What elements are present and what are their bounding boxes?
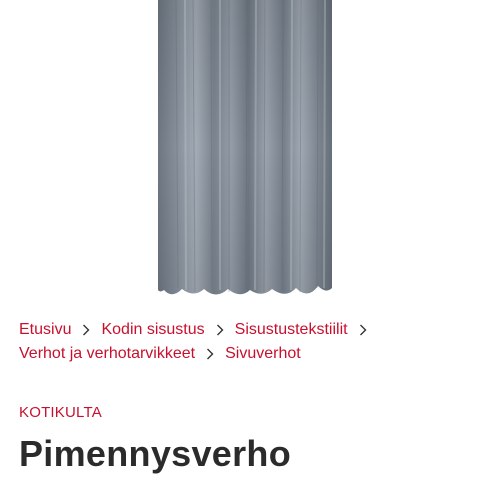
curtain-image: [158, 0, 332, 295]
product-title: Pimennysverho: [19, 433, 292, 474]
product-page: Etusivu Kodin sisustus Sisustustekstiili…: [0, 0, 480, 480]
breadcrumb-kodin-sisustus[interactable]: Kodin sisustus: [101, 318, 204, 342]
chevron-right-icon: [201, 348, 219, 360]
chevron-right-icon: [211, 324, 229, 336]
breadcrumb-verhot[interactable]: Verhot ja verhotarvikkeet: [19, 342, 195, 366]
breadcrumb-sivuverhot[interactable]: Sivuverhot: [225, 342, 301, 366]
breadcrumb-row: Verhot ja verhotarvikkeet Sivuverhot: [19, 342, 469, 366]
product-image[interactable]: [0, 0, 480, 305]
chevron-right-icon: [77, 324, 95, 336]
chevron-right-icon: [354, 324, 372, 336]
breadcrumb-row: Etusivu Kodin sisustus Sisustustekstiili…: [19, 318, 469, 342]
breadcrumb: Etusivu Kodin sisustus Sisustustekstiili…: [19, 318, 469, 366]
brand-link[interactable]: KOTIKULTA: [19, 404, 102, 421]
breadcrumb-sisustustekstiilit[interactable]: Sisustustekstiilit: [235, 318, 348, 342]
breadcrumb-home[interactable]: Etusivu: [19, 318, 71, 342]
